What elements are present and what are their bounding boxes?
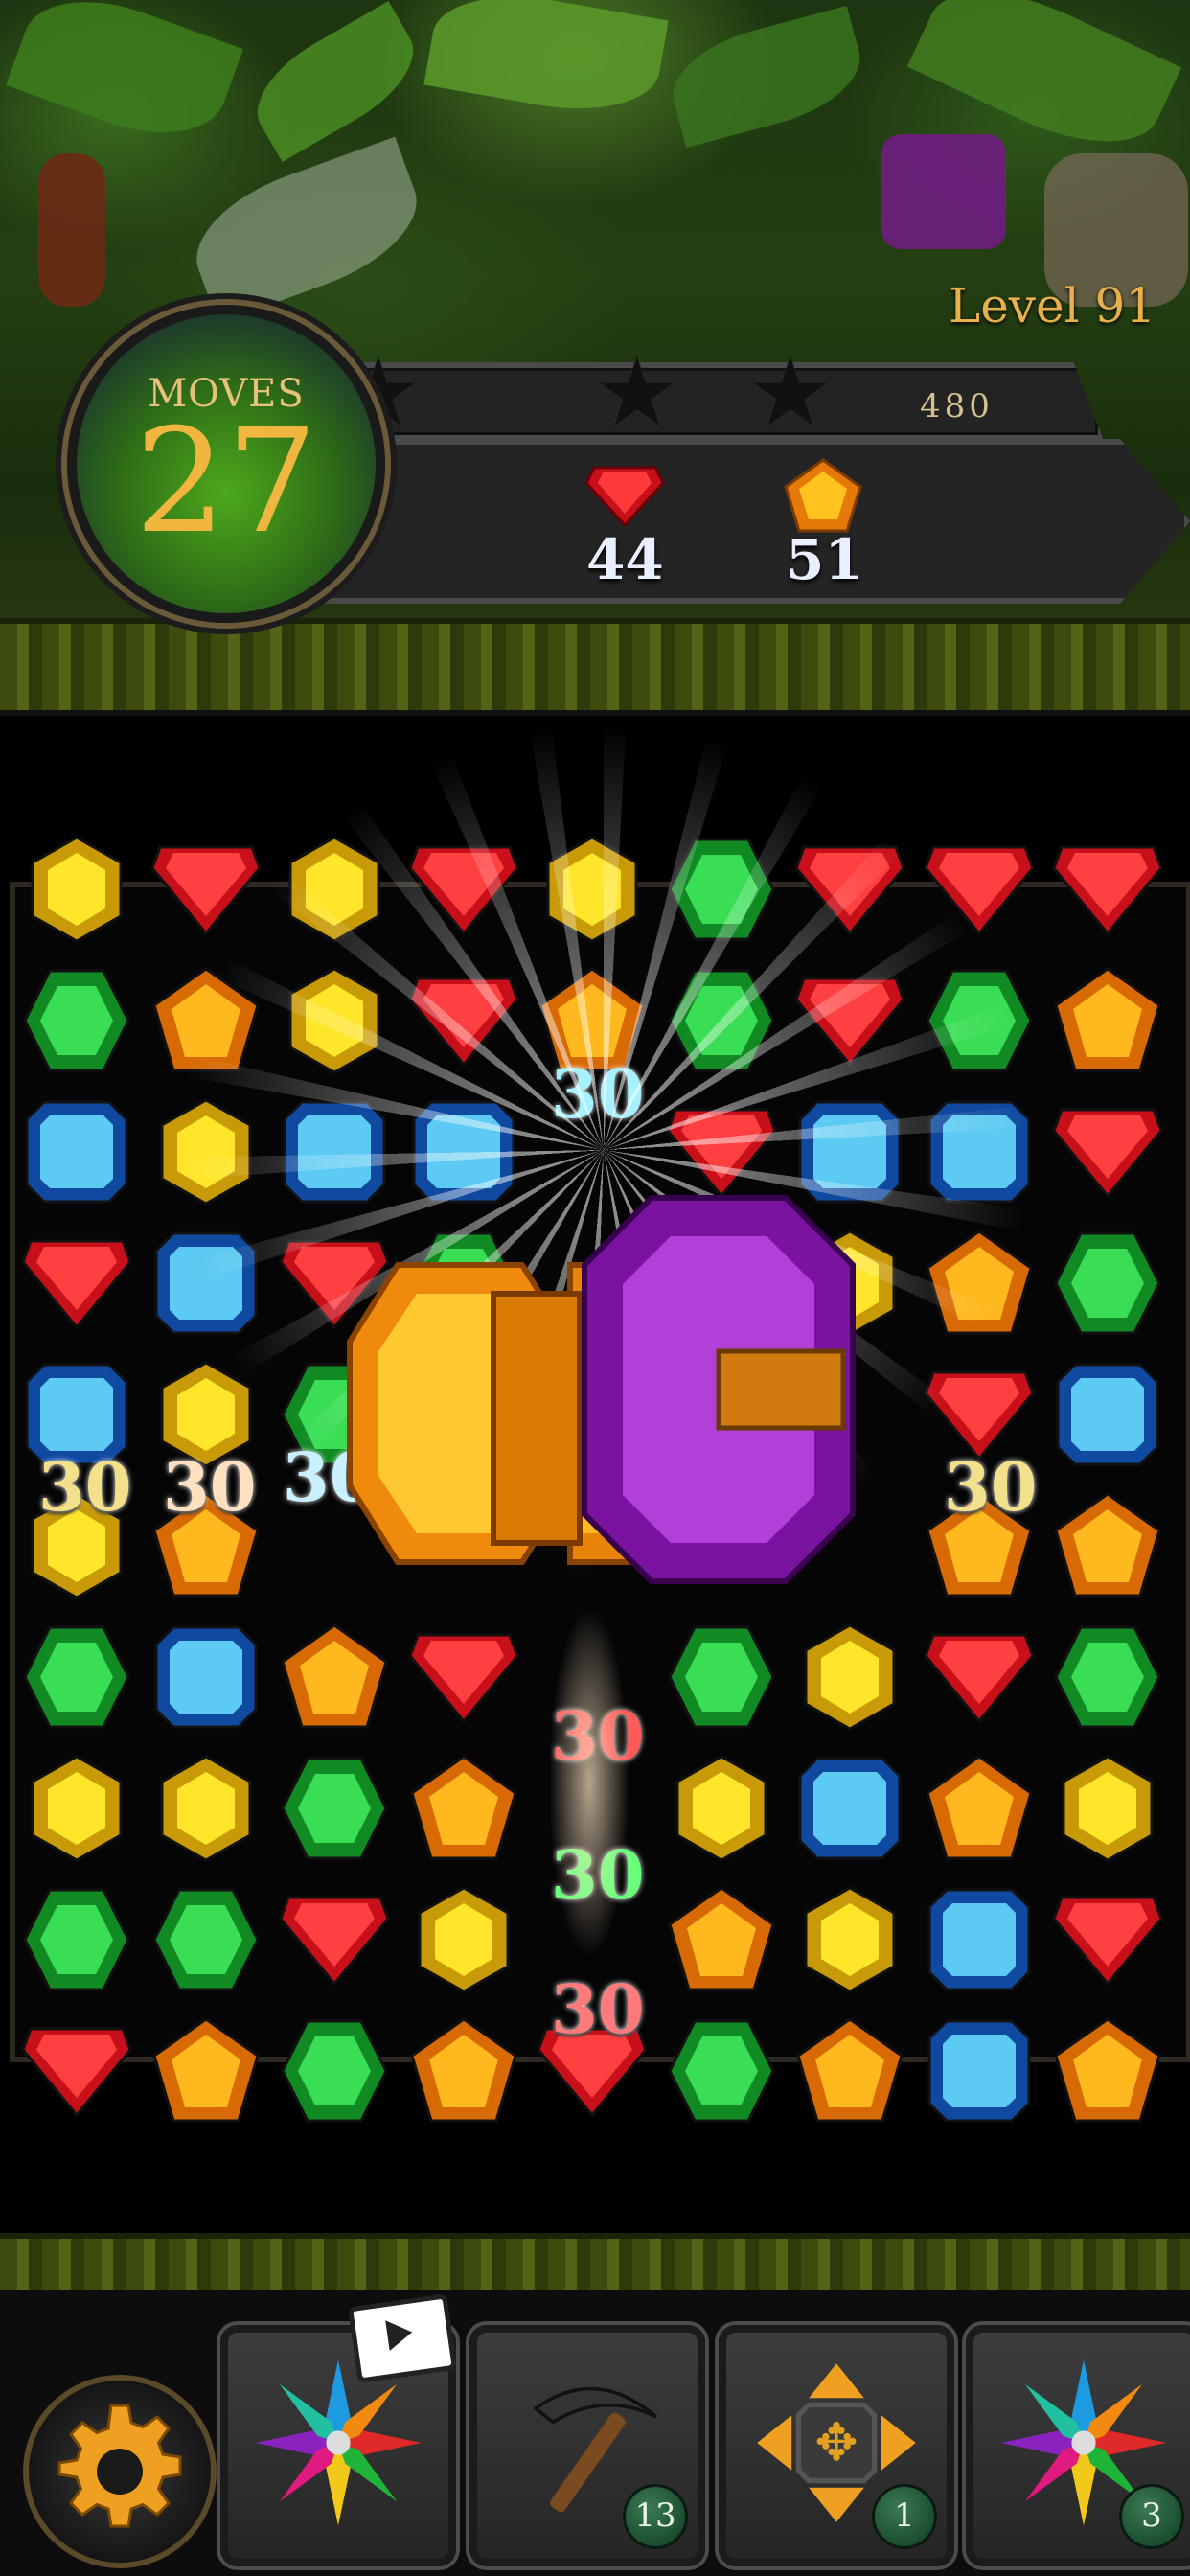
yellow-gem[interactable] xyxy=(1052,1753,1163,1864)
red-gem[interactable] xyxy=(1052,834,1163,945)
score-value: 480 xyxy=(920,387,994,426)
yellow-gem[interactable] xyxy=(21,834,132,945)
yellow-gem[interactable] xyxy=(408,1884,519,1995)
swap-count-badge: 1 xyxy=(872,2484,937,2549)
red-gem[interactable] xyxy=(21,2015,132,2127)
blue-gem[interactable] xyxy=(150,1228,262,1339)
yellow-gem[interactable] xyxy=(794,1622,905,1733)
blue-gem[interactable] xyxy=(21,1096,132,1208)
orange-goal-count: 51 xyxy=(786,527,863,592)
star-icon: ★ xyxy=(594,336,680,448)
green-gem[interactable] xyxy=(666,834,777,945)
red-gem[interactable] xyxy=(407,1622,519,1733)
points-popup: 30 xyxy=(163,1447,257,1527)
pickaxe-count-badge: 13 xyxy=(623,2484,688,2549)
booster-slot-rainbow-2[interactable]: 3 xyxy=(966,2325,1190,2566)
star-icon: ★ xyxy=(747,336,834,448)
blue-gem[interactable] xyxy=(924,1884,1035,1995)
booster-slot-swap[interactable]: ✥ 1 xyxy=(719,2325,954,2566)
green-gem[interactable] xyxy=(1052,1228,1163,1339)
goal-bar xyxy=(316,439,1190,604)
yellow-gem[interactable] xyxy=(666,1753,777,1864)
green-gem[interactable] xyxy=(924,965,1035,1076)
moves-value: 27 xyxy=(134,399,318,565)
red-gem[interactable] xyxy=(407,834,519,945)
red-gem[interactable] xyxy=(1052,1096,1163,1208)
yellow-gem[interactable] xyxy=(21,1753,132,1864)
orange-gem[interactable] xyxy=(408,2015,519,2127)
yellow-gem[interactable] xyxy=(279,834,390,945)
green-gem[interactable] xyxy=(21,1622,132,1733)
orange-gem[interactable] xyxy=(794,2015,905,2127)
level-label: Level 91 xyxy=(949,278,1156,334)
yellow-gem[interactable] xyxy=(794,1884,905,1995)
red-gem[interactable] xyxy=(407,965,519,1076)
blue-gem[interactable] xyxy=(924,2015,1035,2127)
orange-gem[interactable] xyxy=(1052,965,1163,1076)
orange-gem-icon xyxy=(784,458,862,533)
yellow-gem[interactable] xyxy=(150,1096,262,1208)
settings-button[interactable] xyxy=(23,2375,217,2568)
yellow-gem[interactable] xyxy=(537,834,648,945)
moss-border-top xyxy=(0,618,1190,716)
video-ad-icon xyxy=(347,2293,458,2383)
blue-gem[interactable] xyxy=(1052,1359,1163,1470)
blue-gem[interactable] xyxy=(150,1622,262,1733)
orange-gem[interactable] xyxy=(924,1753,1035,1864)
red-goal-count: 44 xyxy=(586,527,664,592)
blue-gem[interactable] xyxy=(924,1096,1035,1208)
yellow-gem[interactable] xyxy=(279,965,390,1076)
red-gem[interactable] xyxy=(794,965,905,1076)
svg-text:✥: ✥ xyxy=(814,2412,858,2472)
orange-gem[interactable] xyxy=(666,1884,777,1995)
red-gem-icon xyxy=(584,466,665,528)
orange-gem[interactable] xyxy=(1052,2015,1163,2127)
green-gem[interactable] xyxy=(21,965,132,1076)
green-gem[interactable] xyxy=(279,1753,390,1864)
blue-gem[interactable] xyxy=(408,1096,519,1208)
orange-gem[interactable] xyxy=(150,965,262,1076)
blue-gem[interactable] xyxy=(794,1753,905,1864)
red-gem[interactable] xyxy=(794,834,905,945)
booster-slot-pickaxe[interactable]: 13 xyxy=(469,2325,705,2566)
green-gem[interactable] xyxy=(666,1622,777,1733)
points-popup: 30 xyxy=(551,1054,645,1134)
moves-counter: MOVES 27 xyxy=(67,305,385,623)
green-gem[interactable] xyxy=(1052,1622,1163,1733)
red-gem[interactable] xyxy=(923,834,1035,945)
rainbow-count-badge: 3 xyxy=(1119,2484,1184,2549)
blue-gem[interactable] xyxy=(279,1096,390,1208)
green-gem[interactable] xyxy=(21,1884,132,1995)
orange-gem[interactable] xyxy=(1052,1490,1163,1601)
red-gem[interactable] xyxy=(923,1622,1035,1733)
points-popup: 30 xyxy=(38,1447,132,1527)
red-gem[interactable] xyxy=(279,1884,390,1995)
green-gem[interactable] xyxy=(666,2015,777,2127)
red-gem[interactable] xyxy=(149,834,262,945)
red-gem[interactable] xyxy=(21,1228,132,1339)
sparkle-trail xyxy=(532,1533,647,2032)
orange-gem[interactable] xyxy=(924,1228,1035,1339)
gear-icon xyxy=(57,2404,182,2528)
star-flower-icon xyxy=(255,2359,422,2526)
orange-gem[interactable] xyxy=(150,2015,262,2127)
yellow-gem[interactable] xyxy=(150,1753,262,1864)
orange-gem[interactable] xyxy=(408,1753,519,1864)
green-gem[interactable] xyxy=(150,1884,262,1995)
green-gem[interactable] xyxy=(666,965,777,1076)
red-gem[interactable] xyxy=(1052,1884,1163,1995)
green-gem[interactable] xyxy=(279,2015,390,2127)
big-purple-gem xyxy=(582,1195,856,1584)
orange-gem[interactable] xyxy=(279,1622,390,1733)
points-popup: 30 xyxy=(944,1447,1038,1527)
